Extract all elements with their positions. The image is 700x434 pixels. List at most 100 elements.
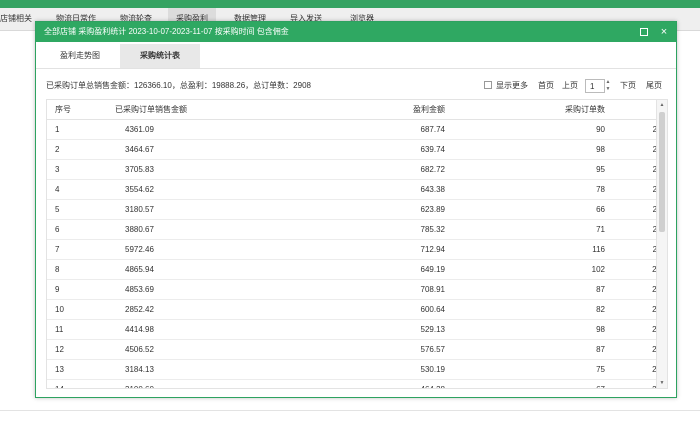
table-row[interactable]: 23464.67639.74982023-11-06 [47, 139, 667, 160]
cell-index: 13 [47, 359, 115, 380]
cell-index: 10 [47, 299, 115, 320]
profit-stats-dialog: 全部店铺 采购盈利统计 2023-10-07-2023-11-07 按采购时间 … [35, 21, 677, 398]
cell-order-count: 102 [445, 259, 605, 280]
table-header-row: 序号 已采购订单销售金额 盈利金额 采购订单数 日期 [47, 100, 667, 120]
cell-order-count: 75 [445, 359, 605, 380]
nav-item-shop[interactable]: 店铺相关 [0, 8, 40, 30]
cell-order-count: 98 [445, 319, 605, 340]
cell-sales-amount: 2852.42 [115, 299, 245, 320]
cell-sales-amount: 4414.98 [115, 319, 245, 340]
cell-profit: 639.74 [245, 139, 445, 160]
cell-index: 5 [47, 199, 115, 220]
cell-index: 14 [47, 379, 115, 388]
scroll-thumb[interactable] [659, 112, 665, 232]
pagination-bar: 显示更多 首页 上页 1 ▲ ▼ 下页 尾页 [482, 78, 672, 94]
tab-purchase-stats[interactable]: 采购统计表 [120, 44, 200, 68]
vertical-scrollbar[interactable]: ▲ ▼ [656, 100, 667, 388]
cell-order-count: 66 [445, 199, 605, 220]
cell-profit: 464.38 [245, 379, 445, 388]
cell-sales-amount: 3184.13 [115, 359, 245, 380]
cell-index: 1 [47, 119, 115, 140]
dialog-header: 全部店铺 采购盈利统计 2023-10-07-2023-11-07 按采购时间 … [36, 22, 676, 42]
cell-order-count: 82 [445, 299, 605, 320]
table-row[interactable]: 63880.67785.32712023-11-02 [47, 219, 667, 240]
cell-index: 11 [47, 319, 115, 340]
cell-sales-amount: 3554.62 [115, 179, 245, 200]
spin-down-icon[interactable]: ▼ [605, 86, 611, 93]
cell-order-count: 87 [445, 339, 605, 360]
table-row[interactable]: 84865.94649.191022023-10-31 [47, 259, 667, 280]
app-top-bar [0, 0, 700, 8]
cell-index: 6 [47, 219, 115, 240]
cell-profit: 708.91 [245, 279, 445, 300]
col-header-profit[interactable]: 盈利金额 [245, 100, 445, 120]
table-row[interactable]: 124506.52576.57872023-10-27 [47, 339, 667, 360]
cell-sales-amount: 4361.09 [115, 119, 245, 140]
table-row[interactable]: 114414.98529.13982023-10-28 [47, 319, 667, 340]
stats-table-container: 序号 已采购订单销售金额 盈利金额 采购订单数 日期 14361.09687.7… [46, 99, 668, 389]
cell-profit: 530.19 [245, 359, 445, 380]
cell-profit: 623.89 [245, 199, 445, 220]
cell-order-count: 116 [445, 239, 605, 260]
cell-order-count: 87 [445, 279, 605, 300]
cell-index: 9 [47, 279, 115, 300]
table-row[interactable]: 14361.09687.74902023-11-07 [47, 119, 667, 140]
cell-order-count: 98 [445, 139, 605, 160]
cell-index: 3 [47, 159, 115, 180]
cell-order-count: 90 [445, 119, 605, 140]
cell-profit: 643.38 [245, 179, 445, 200]
cell-index: 7 [47, 239, 115, 260]
first-page-link[interactable]: 首页 [538, 78, 554, 94]
cell-sales-amount: 5972.46 [115, 239, 245, 260]
table-row[interactable]: 143100.60464.38672023-10-25 [47, 379, 667, 388]
cell-sales-amount: 3880.67 [115, 219, 245, 240]
table-row[interactable]: 43554.62643.38782023-11-04 [47, 179, 667, 200]
last-page-link[interactable]: 尾页 [646, 78, 662, 94]
col-header-sales-amount[interactable]: 已采购订单销售金额 [115, 100, 245, 120]
maximize-icon [640, 27, 648, 36]
summary-text: 已采购订单总销售金额：126366.10，总盈利：19888.26，总订单数：2… [46, 81, 311, 90]
app-divider [0, 410, 700, 411]
cell-profit: 687.74 [245, 119, 445, 140]
maximize-button[interactable] [637, 25, 651, 39]
cell-sales-amount: 3705.83 [115, 159, 245, 180]
cell-sales-amount: 3100.60 [115, 379, 245, 388]
tab-profit-trend[interactable]: 盈利走势图 [40, 44, 120, 68]
page-spinner[interactable]: ▲ ▼ [605, 79, 611, 93]
table-row[interactable]: 33705.83682.72952023-11-05 [47, 159, 667, 180]
close-button[interactable]: × [657, 25, 671, 39]
cell-order-count: 71 [445, 219, 605, 240]
cell-profit: 600.64 [245, 299, 445, 320]
cell-profit: 576.57 [245, 339, 445, 360]
cell-sales-amount: 3464.67 [115, 139, 245, 160]
cell-profit: 712.94 [245, 239, 445, 260]
cell-order-count: 67 [445, 379, 605, 388]
cell-sales-amount: 4853.69 [115, 279, 245, 300]
show-more-checkbox[interactable] [484, 81, 492, 89]
cell-sales-amount: 4506.52 [115, 339, 245, 360]
next-page-link[interactable]: 下页 [620, 78, 636, 94]
show-more-label[interactable]: 显示更多 [496, 78, 528, 94]
table-row[interactable]: 75972.46712.941162023-11-01 [47, 239, 667, 260]
cell-profit: 649.19 [245, 259, 445, 280]
prev-page-link[interactable]: 上页 [562, 78, 578, 94]
spin-up-icon[interactable]: ▲ [605, 79, 611, 86]
close-icon: × [660, 26, 668, 38]
scroll-up-icon[interactable]: ▲ [657, 100, 667, 110]
table-row[interactable]: 133184.13530.19752023-10-26 [47, 359, 667, 380]
col-header-order-count[interactable]: 采购订单数 [445, 100, 605, 120]
cell-sales-amount: 3180.57 [115, 199, 245, 220]
cell-profit: 529.13 [245, 319, 445, 340]
cell-order-count: 95 [445, 159, 605, 180]
table-row[interactable]: 102852.42600.64822023-10-29 [47, 299, 667, 320]
cell-sales-amount: 4865.94 [115, 259, 245, 280]
table-row[interactable]: 94853.69708.91872023-10-30 [47, 279, 667, 300]
cell-index: 12 [47, 339, 115, 360]
table-row[interactable]: 53180.57623.89662023-11-03 [47, 199, 667, 220]
col-header-index[interactable]: 序号 [47, 100, 115, 120]
dialog-title: 全部店铺 采购盈利统计 2023-10-07-2023-11-07 按采购时间 … [44, 27, 289, 36]
page-number-input[interactable]: 1 [585, 79, 605, 93]
cell-index: 4 [47, 179, 115, 200]
scroll-down-icon[interactable]: ▼ [657, 378, 667, 388]
cell-index: 8 [47, 259, 115, 280]
